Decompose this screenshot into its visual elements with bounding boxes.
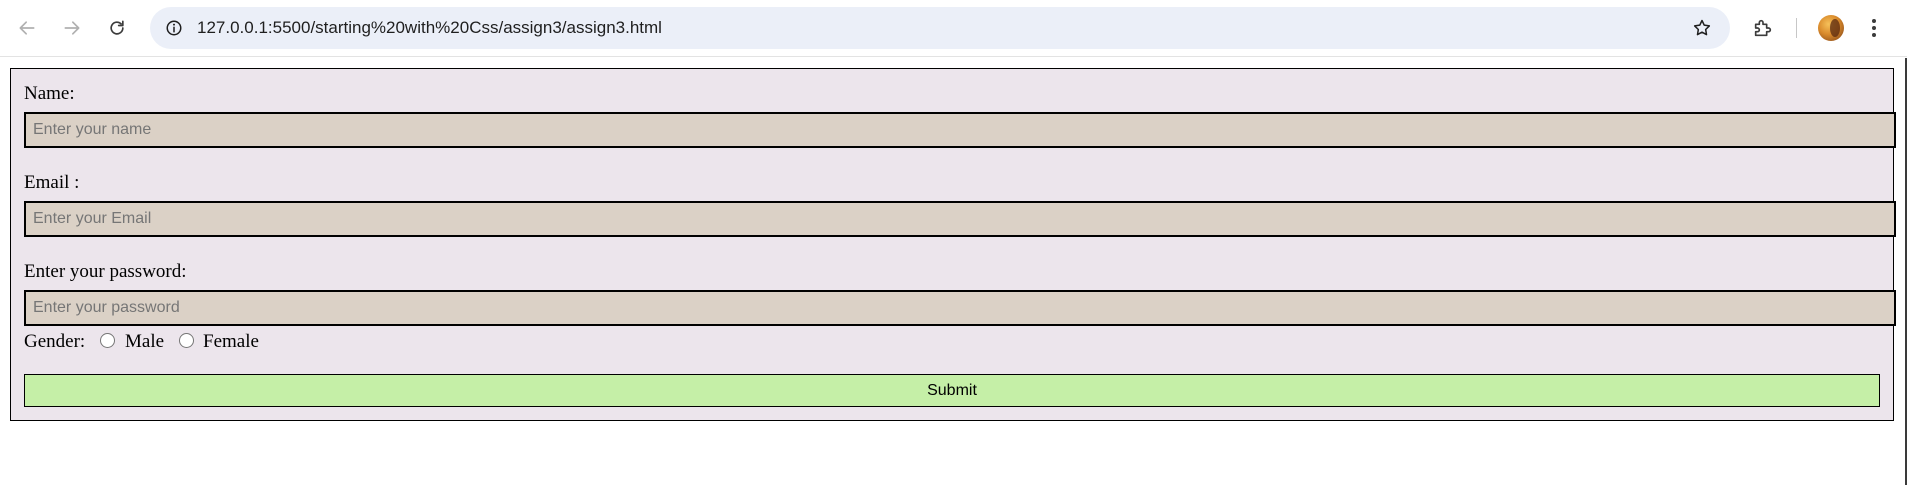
reload-button[interactable]	[99, 10, 135, 46]
address-bar[interactable]: 127.0.0.1:5500/starting%20with%20Css/ass…	[150, 7, 1730, 49]
name-input[interactable]	[24, 112, 1896, 148]
info-icon	[166, 20, 182, 36]
forward-button[interactable]	[54, 10, 90, 46]
toolbar-divider	[1796, 18, 1797, 38]
browser-menu-button[interactable]	[1862, 12, 1886, 44]
password-input[interactable]	[24, 290, 1896, 326]
gender-female-radio[interactable]	[179, 333, 194, 348]
submit-button[interactable]: Submit	[24, 374, 1880, 407]
url-text[interactable]: 127.0.0.1:5500/starting%20with%20Css/ass…	[197, 18, 662, 38]
gender-label: Gender:	[24, 331, 86, 352]
email-label: Email :	[24, 172, 80, 193]
puzzle-icon	[1754, 19, 1772, 37]
back-button[interactable]	[9, 10, 45, 46]
gender-male-radio[interactable]	[100, 333, 115, 348]
name-label: Name:	[24, 83, 75, 104]
reload-icon	[110, 20, 124, 35]
arrow-right-icon	[64, 21, 80, 35]
signup-form: Name: Email : Enter your password: Gende…	[10, 68, 1896, 421]
profile-avatar[interactable]	[1818, 15, 1844, 41]
gender-male-label[interactable]: Male	[125, 331, 164, 353]
gender-female-label[interactable]: Female	[203, 331, 259, 353]
extensions-button[interactable]	[1747, 12, 1779, 44]
site-info-button[interactable]	[160, 14, 188, 42]
password-label: Enter your password:	[24, 261, 187, 282]
bookmark-button[interactable]	[1690, 16, 1714, 40]
page-viewport: Name: Email : Enter your password: Gende…	[0, 58, 1907, 485]
email-input[interactable]	[24, 201, 1896, 237]
more-vertical-icon	[1872, 19, 1876, 37]
arrow-left-icon	[19, 21, 35, 35]
star-icon	[1693, 19, 1711, 36]
browser-toolbar: 127.0.0.1:5500/starting%20with%20Css/ass…	[0, 0, 1907, 57]
